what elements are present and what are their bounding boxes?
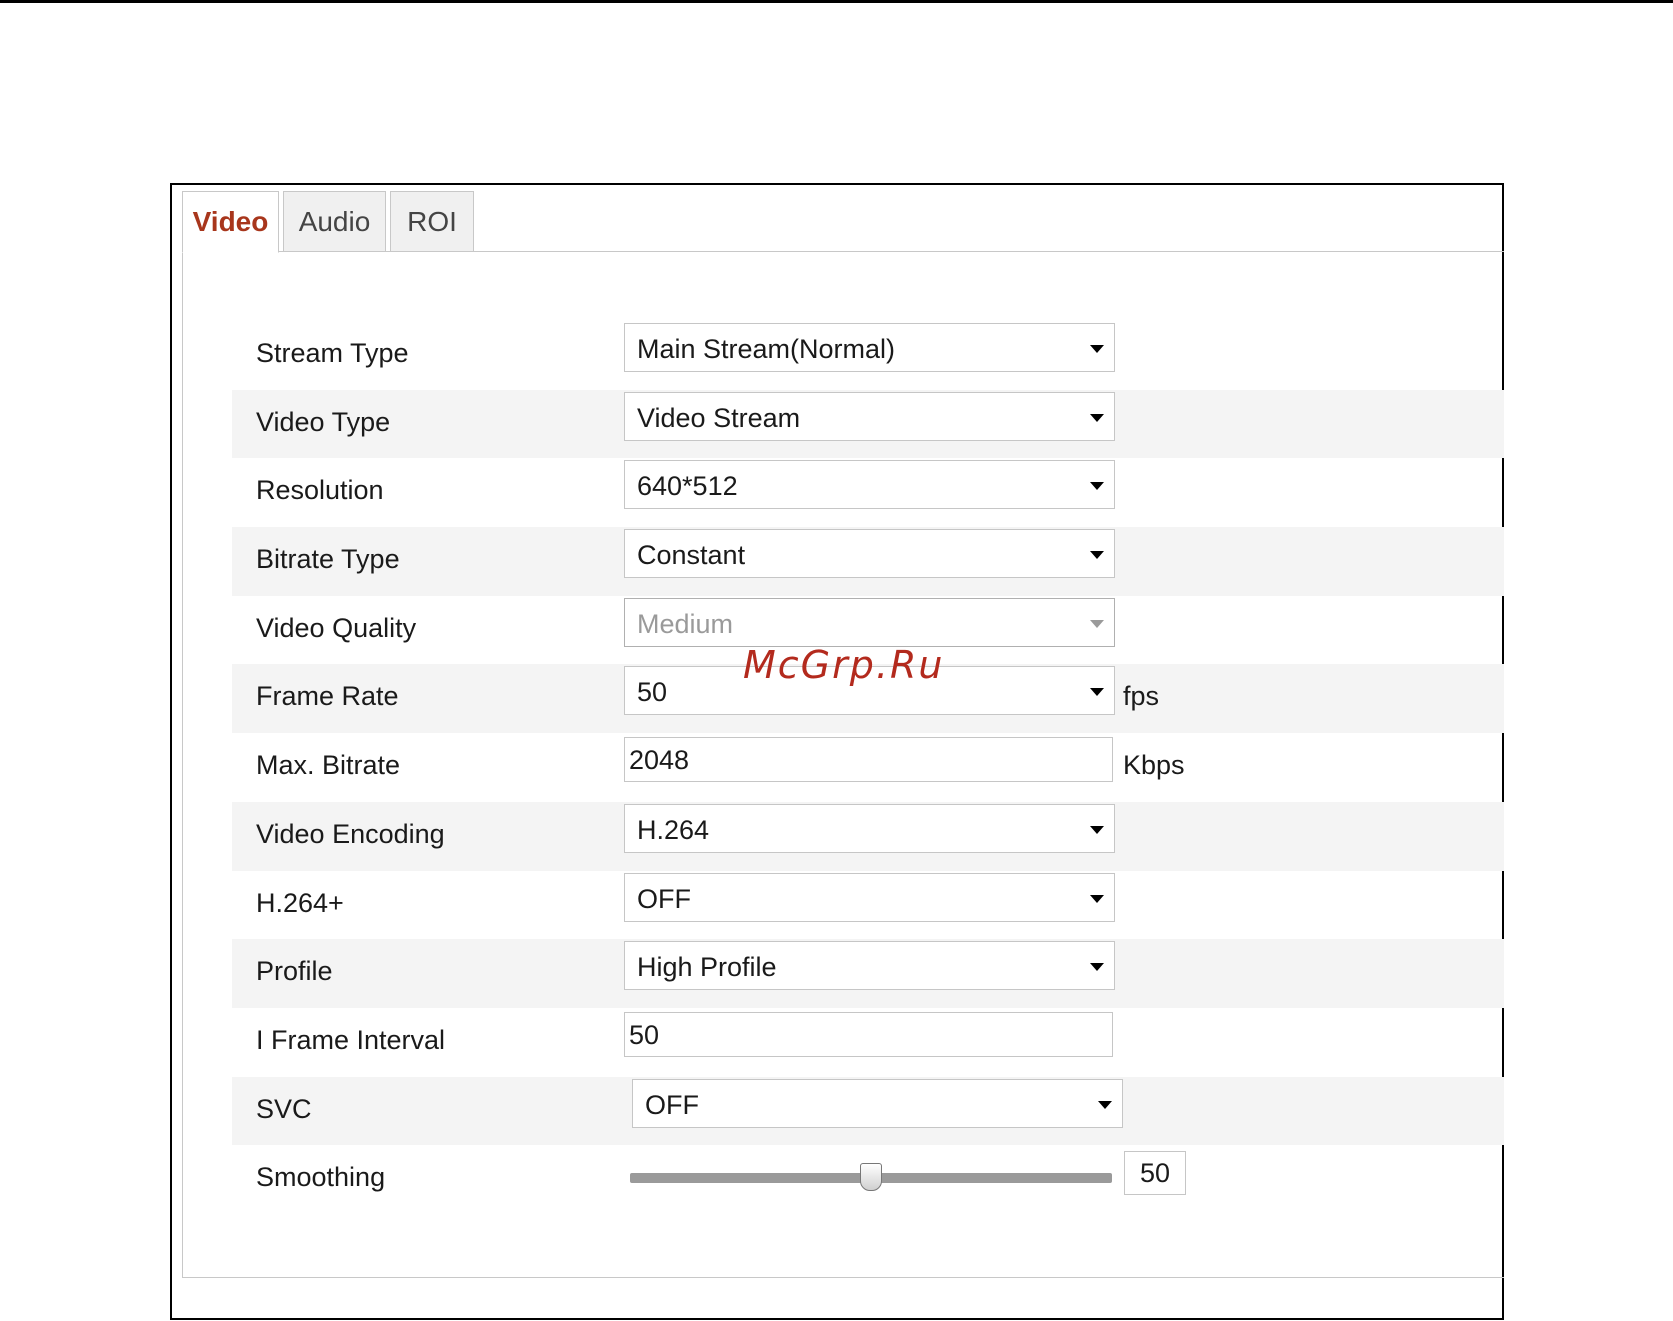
video-quality-label: Video Quality <box>256 612 417 643</box>
chevron-down-icon <box>1090 619 1104 628</box>
chevron-down-icon <box>1090 894 1104 903</box>
h264-plus-value: OFF <box>637 883 691 914</box>
resolution-label: Resolution <box>256 475 384 506</box>
max-bitrate-label: Max. Bitrate <box>256 750 401 781</box>
profile-value: High Profile <box>637 952 777 983</box>
profile-select[interactable]: High Profile <box>624 941 1115 991</box>
row-video-encoding: Video Encoding H.264 <box>232 801 1504 871</box>
row-bitrate-type: Bitrate Type Constant <box>232 527 1504 596</box>
resolution-value: 640*512 <box>637 471 738 502</box>
row-profile: Profile High Profile <box>232 939 1504 1008</box>
tab-audio[interactable]: Audio <box>283 191 386 252</box>
video-quality-value: Medium <box>637 608 734 639</box>
row-resolution: Resolution 640*512 <box>232 458 1504 527</box>
max-bitrate-unit: Kbps <box>1123 750 1185 781</box>
svc-value: OFF <box>645 1089 699 1120</box>
bitrate-type-label: Bitrate Type <box>256 544 400 575</box>
stream-type-select[interactable]: Main Stream(Normal) <box>624 323 1115 372</box>
video-encoding-label: Video Encoding <box>256 818 445 849</box>
top-rule <box>0 0 1673 3</box>
svc-label: SVC <box>256 1093 312 1124</box>
row-stream-type: Stream Type Main Stream(Normal) <box>232 321 1504 390</box>
row-smoothing: Smoothing 50 <box>232 1145 1504 1214</box>
i-frame-interval-label: I Frame Interval <box>256 1024 446 1055</box>
chevron-down-icon <box>1090 688 1104 697</box>
chevron-down-icon <box>1090 413 1104 422</box>
video-type-label: Video Type <box>256 406 391 437</box>
tab-bar: Video Audio ROI <box>182 191 1504 253</box>
chevron-down-icon <box>1090 551 1104 560</box>
frame-rate-value: 50 <box>637 677 668 708</box>
bitrate-type-select[interactable]: Constant <box>624 529 1115 579</box>
watermark-text: McGrp.Ru <box>743 643 945 687</box>
smoothing-slider-handle[interactable] <box>860 1163 882 1192</box>
chevron-down-icon <box>1090 825 1104 834</box>
row-i-frame-interval: I Frame Interval 50 <box>232 1008 1504 1077</box>
h264-plus-label: H.264+ <box>256 887 344 918</box>
row-max-bitrate: Max. Bitrate 2048 Kbps <box>232 733 1504 802</box>
chevron-down-icon <box>1090 482 1104 491</box>
video-quality-select: Medium <box>624 597 1115 647</box>
stream-type-value: Main Stream(Normal) <box>637 334 896 364</box>
chevron-down-icon <box>1098 1100 1112 1109</box>
frame-rate-unit: fps <box>1123 681 1160 712</box>
bitrate-type-value: Constant <box>637 540 746 571</box>
max-bitrate-input[interactable]: 2048 <box>624 737 1113 783</box>
h264-plus-select[interactable]: OFF <box>624 872 1115 922</box>
tab-video[interactable]: Video <box>182 191 279 253</box>
video-settings-form: Stream Type Main Stream(Normal) Video Ty… <box>232 321 1504 1214</box>
tab-roi[interactable]: ROI <box>390 191 474 252</box>
stream-type-label: Stream Type <box>256 338 409 368</box>
row-video-type: Video Type Video Stream <box>232 389 1504 459</box>
row-svc: SVC OFF <box>232 1076 1504 1146</box>
chevron-down-icon <box>1090 345 1104 353</box>
video-encoding-value: H.264 <box>637 814 710 845</box>
smoothing-value-box[interactable]: 50 <box>1124 1151 1186 1196</box>
profile-label: Profile <box>256 956 333 987</box>
video-type-value: Video Stream <box>637 402 801 433</box>
resolution-select[interactable]: 640*512 <box>624 460 1115 510</box>
svc-select[interactable]: OFF <box>632 1078 1123 1128</box>
i-frame-interval-input[interactable]: 50 <box>624 1011 1113 1057</box>
smoothing-label: Smoothing <box>256 1162 386 1193</box>
video-encoding-select[interactable]: H.264 <box>624 803 1115 853</box>
row-h264-plus: H.264+ OFF <box>232 871 1504 940</box>
frame-rate-label: Frame Rate <box>256 681 399 712</box>
video-type-select[interactable]: Video Stream <box>624 391 1115 441</box>
chevron-down-icon <box>1090 963 1104 972</box>
